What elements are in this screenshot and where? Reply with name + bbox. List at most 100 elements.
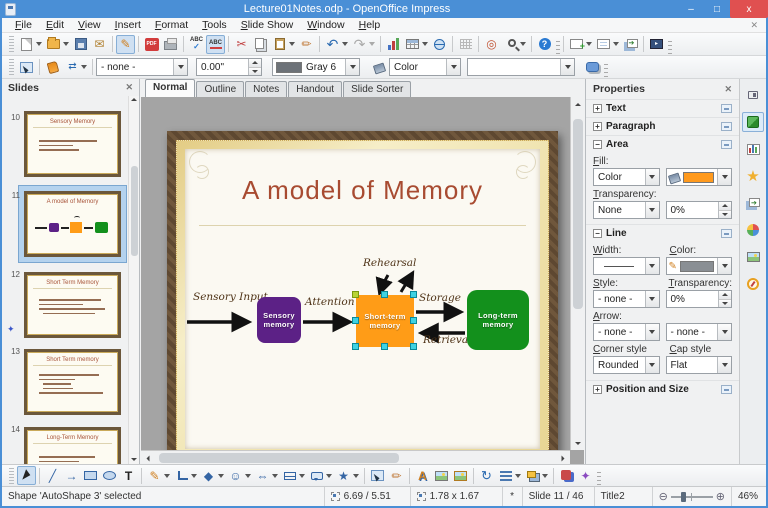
tab-outline[interactable]: Outline xyxy=(196,81,245,97)
callouts-dropdown-arrow[interactable] xyxy=(326,473,332,478)
section-paragraph[interactable]: + Paragraph xyxy=(586,117,739,135)
tab-slide-sorter[interactable]: Slide Sorter xyxy=(343,81,412,97)
label-storage[interactable]: Storage xyxy=(419,292,461,304)
slide-layout-dropdown-arrow[interactable] xyxy=(613,42,619,46)
fill-color-combo[interactable] xyxy=(665,168,732,186)
table-dropdown-arrow[interactable] xyxy=(422,42,428,46)
save-button[interactable] xyxy=(71,35,90,54)
zoom-percent[interactable]: 46% xyxy=(732,487,766,506)
section-area[interactable]: − Area xyxy=(586,135,739,153)
text-tool-button[interactable]: T xyxy=(119,466,138,485)
menu-window[interactable]: Window xyxy=(300,18,351,32)
animation-effects-button[interactable]: ✦ xyxy=(576,466,595,485)
zoom-button[interactable] xyxy=(501,35,520,54)
slide-thumbnail-12[interactable]: Short Term Memory xyxy=(24,272,121,338)
ellipse-tool-button[interactable] xyxy=(100,466,119,485)
undo-dropdown-arrow[interactable] xyxy=(342,42,348,46)
sidebar-tab-master-pages[interactable] xyxy=(742,139,764,159)
horizontal-scrollbar[interactable] xyxy=(141,450,570,464)
toolbar-overflow-3[interactable] xyxy=(604,64,608,78)
rectangle-tool-button[interactable] xyxy=(81,466,100,485)
arrow-line-tool-button[interactable]: → xyxy=(62,466,81,485)
arrow-start-combo[interactable]: - none - xyxy=(593,323,660,341)
basic-shapes-dropdown-arrow[interactable] xyxy=(218,473,224,478)
glue-points-button[interactable]: ✏ xyxy=(387,466,406,485)
sidebar-tab-gallery[interactable] xyxy=(742,247,764,267)
selection-handle[interactable] xyxy=(352,317,359,324)
undo-button[interactable]: ↶ xyxy=(323,35,342,54)
email-button[interactable]: ✉ xyxy=(90,35,109,54)
insert-chart-button[interactable] xyxy=(384,35,403,54)
line-width-up[interactable] xyxy=(249,59,261,68)
new-slide-button[interactable]: + xyxy=(567,35,586,54)
scroll-up-icon[interactable] xyxy=(131,98,137,101)
label-attention[interactable]: Attention xyxy=(305,296,354,308)
sidebar-tab-properties[interactable] xyxy=(742,112,764,132)
flowchart-button[interactable] xyxy=(280,466,299,485)
area-style-button[interactable] xyxy=(370,58,389,77)
paste-button[interactable] xyxy=(270,35,289,54)
section-options-icon[interactable] xyxy=(721,229,732,238)
tab-handout[interactable]: Handout xyxy=(288,81,343,97)
layout-name[interactable]: Title2 xyxy=(595,487,653,506)
connector-dropdown-arrow[interactable] xyxy=(191,473,197,478)
slide-thumbnail-14[interactable]: Long-Term Memory xyxy=(24,427,121,464)
edit-points-button[interactable] xyxy=(368,466,387,485)
print-button[interactable] xyxy=(161,35,180,54)
animation-indicator-icon[interactable]: ✦ xyxy=(7,324,15,335)
menu-edit[interactable]: Edit xyxy=(39,18,71,32)
area-fill-combo[interactable] xyxy=(467,58,575,76)
open-button[interactable] xyxy=(44,35,63,54)
toolbar-overflow-2[interactable] xyxy=(668,41,672,55)
alignment-button[interactable] xyxy=(496,466,515,485)
slide-title[interactable]: A model of Memory xyxy=(185,175,540,206)
sidebar-tab-styles[interactable] xyxy=(742,220,764,240)
corner-style-combo[interactable]: Rounded xyxy=(593,356,660,374)
callouts-button[interactable] xyxy=(307,466,326,485)
section-text[interactable]: + Text xyxy=(586,99,739,117)
menu-help[interactable]: Help xyxy=(352,18,388,32)
new-slide-dropdown-arrow[interactable] xyxy=(586,42,592,46)
symbol-shapes-dropdown-arrow[interactable] xyxy=(245,473,251,478)
slide-layout-button[interactable] xyxy=(594,35,613,54)
arrange-button[interactable] xyxy=(523,466,542,485)
copy-button[interactable] xyxy=(251,35,270,54)
rotate-button[interactable]: ↻ xyxy=(477,466,496,485)
line-width-combo[interactable] xyxy=(593,257,660,275)
display-grid-button[interactable] xyxy=(456,35,475,54)
close-button[interactable]: x xyxy=(730,0,768,18)
export-pdf-button[interactable]: PDF xyxy=(142,35,161,54)
tab-normal[interactable]: Normal xyxy=(145,79,196,97)
vertical-scrollbar[interactable] xyxy=(570,97,584,450)
slide-canvas[interactable]: A model of Memory Sensory Input Attentio… xyxy=(167,131,558,450)
curve-tool-button[interactable]: ✎ xyxy=(145,466,164,485)
slide-thumbnail-10[interactable]: Sensory Memory xyxy=(24,111,121,177)
toolbar-grip-3[interactable] xyxy=(9,467,14,484)
shadow-button[interactable] xyxy=(583,58,602,77)
zoom-slider-track[interactable] xyxy=(670,491,713,502)
fontwork-button[interactable]: A xyxy=(413,466,432,485)
stars-dropdown-arrow[interactable] xyxy=(353,473,359,478)
open-dropdown-arrow[interactable] xyxy=(63,42,69,46)
insert-picture-button[interactable] xyxy=(432,466,451,485)
scrollbar-thumb[interactable] xyxy=(131,166,138,256)
redo-button[interactable]: ↷ xyxy=(350,35,369,54)
sidebar-tab-slide-transition[interactable] xyxy=(742,193,764,213)
fill-transparency-combo[interactable]: None xyxy=(593,201,660,219)
symbol-shapes-button[interactable]: ☺ xyxy=(226,466,245,485)
section-position-size[interactable]: + Position and Size xyxy=(586,380,739,398)
line-style-dropdown[interactable] xyxy=(173,59,187,75)
selection-handle[interactable] xyxy=(410,343,417,350)
selection-handle[interactable] xyxy=(352,343,359,350)
section-options-icon[interactable] xyxy=(721,122,732,131)
stars-button[interactable]: ★ xyxy=(334,466,353,485)
menu-file[interactable]: File xyxy=(8,18,39,32)
scroll-left-icon[interactable] xyxy=(146,455,150,461)
scroll-down-icon[interactable] xyxy=(575,441,581,445)
line-dialog-button[interactable] xyxy=(43,58,62,77)
slide-thumbnail-11[interactable]: A model of Memory xyxy=(24,191,121,257)
arrow-end-combo[interactable]: - none - xyxy=(665,323,732,341)
slide-show-button[interactable]: ▸ xyxy=(647,35,666,54)
toolbar-grip[interactable] xyxy=(9,36,14,52)
line-color-dropdown[interactable] xyxy=(345,59,359,75)
